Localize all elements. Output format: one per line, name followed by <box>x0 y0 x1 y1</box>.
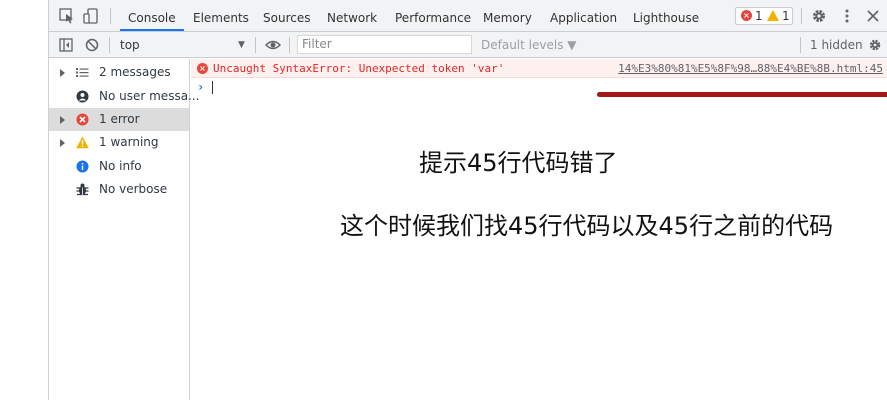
toolbar-divider <box>800 37 801 53</box>
user-icon <box>76 90 89 103</box>
info-icon <box>76 160 89 173</box>
inspect-element-icon[interactable] <box>59 8 75 24</box>
bug-icon <box>76 183 89 196</box>
sidebar-item-messages[interactable]: 2 messages <box>49 61 189 84</box>
warning-icon <box>76 136 89 149</box>
toolbar-divider <box>289 37 290 53</box>
tab-network[interactable]: Network <box>327 0 377 31</box>
log-levels-dropdown[interactable]: Default levels ▼ <box>481 32 577 58</box>
annotation-text-2: 这个时候我们找45行代码以及45行之前的代码 <box>340 212 834 240</box>
live-expression-eye-icon[interactable] <box>265 38 281 52</box>
toolbar-divider <box>110 8 111 24</box>
devtools-panel: Console Elements Sources Network Perform… <box>49 0 887 400</box>
sidebar-item-label: No verbose <box>99 182 168 196</box>
error-icon <box>76 113 89 126</box>
error-text: Uncaught SyntaxError: Unexpected token '… <box>213 62 505 75</box>
console-prompt-icon: › <box>197 80 205 94</box>
annotation-text-1: 提示45行代码错了 <box>419 149 618 177</box>
toolbar-divider <box>109 37 110 53</box>
close-icon[interactable] <box>865 8 881 24</box>
tab-performance[interactable]: Performance <box>395 0 471 31</box>
sidebar-item-label: 2 messages <box>99 65 171 79</box>
console-input-caret[interactable] <box>212 81 213 94</box>
tab-lighthouse[interactable]: Lighthouse <box>633 0 699 31</box>
console-error-message: × Uncaught SyntaxError: Unexpected token… <box>191 59 887 78</box>
more-options-icon[interactable] <box>839 8 855 24</box>
console-toolbar: top ▼ Filter Default levels ▼ 1 hidden <box>49 32 887 58</box>
device-toolbar-icon[interactable] <box>83 8 99 24</box>
tab-memory[interactable]: Memory <box>483 0 532 31</box>
red-underline-mark <box>597 92 887 97</box>
warning-icon <box>767 10 779 21</box>
sidebar-item-user-messages[interactable]: No user messa... <box>49 85 200 108</box>
devtools-tab-bar: Console Elements Sources Network Perform… <box>49 0 887 32</box>
expand-arrow-icon[interactable] <box>60 116 65 124</box>
toolbar-divider <box>255 37 256 53</box>
tab-sources[interactable]: Sources <box>263 0 310 31</box>
error-source-link[interactable]: 14%E3%80%81%E5%8F%98…88%E4%BE%8B.html:45 <box>618 62 883 75</box>
issues-counter-badge[interactable]: × 1 1 <box>735 7 793 25</box>
context-selector[interactable]: top <box>120 32 140 58</box>
expand-arrow-icon[interactable] <box>60 69 65 77</box>
error-count: 1 <box>755 9 763 23</box>
sidebar-item-errors[interactable]: 1 error <box>49 108 189 131</box>
console-sidebar: 2 messages No user messa... 1 error 1 wa… <box>49 59 200 400</box>
tab-console[interactable]: Console <box>120 0 184 31</box>
tab-application[interactable]: Application <box>550 0 617 31</box>
context-dropdown-chevron-icon[interactable]: ▼ <box>238 32 245 58</box>
sidebar-item-label: No info <box>99 159 142 173</box>
console-settings-gear-icon[interactable] <box>868 38 882 52</box>
sidebar-item-label: No user messa... <box>99 89 200 103</box>
expand-arrow-icon[interactable] <box>60 139 65 147</box>
warning-count: 1 <box>782 9 790 23</box>
hidden-count: 1 hidden <box>810 38 863 52</box>
filter-input[interactable]: Filter <box>297 35 472 54</box>
sidebar-item-warnings[interactable]: 1 warning <box>49 131 189 154</box>
page-left-gutter <box>0 0 49 400</box>
sidebar-item-label: 1 warning <box>99 135 159 149</box>
list-icon <box>76 68 89 77</box>
sidebar-item-verbose[interactable]: No verbose <box>49 178 189 201</box>
error-icon: × <box>741 10 752 21</box>
toolbar-divider <box>801 8 802 24</box>
clear-console-icon[interactable] <box>85 38 99 52</box>
sidebar-item-label: 1 error <box>99 112 140 126</box>
error-icon: × <box>197 63 208 74</box>
sidebar-item-info[interactable]: No info <box>49 155 189 178</box>
show-sidebar-icon[interactable] <box>59 38 73 52</box>
settings-gear-icon[interactable] <box>811 8 827 24</box>
tab-elements[interactable]: Elements <box>193 0 249 31</box>
